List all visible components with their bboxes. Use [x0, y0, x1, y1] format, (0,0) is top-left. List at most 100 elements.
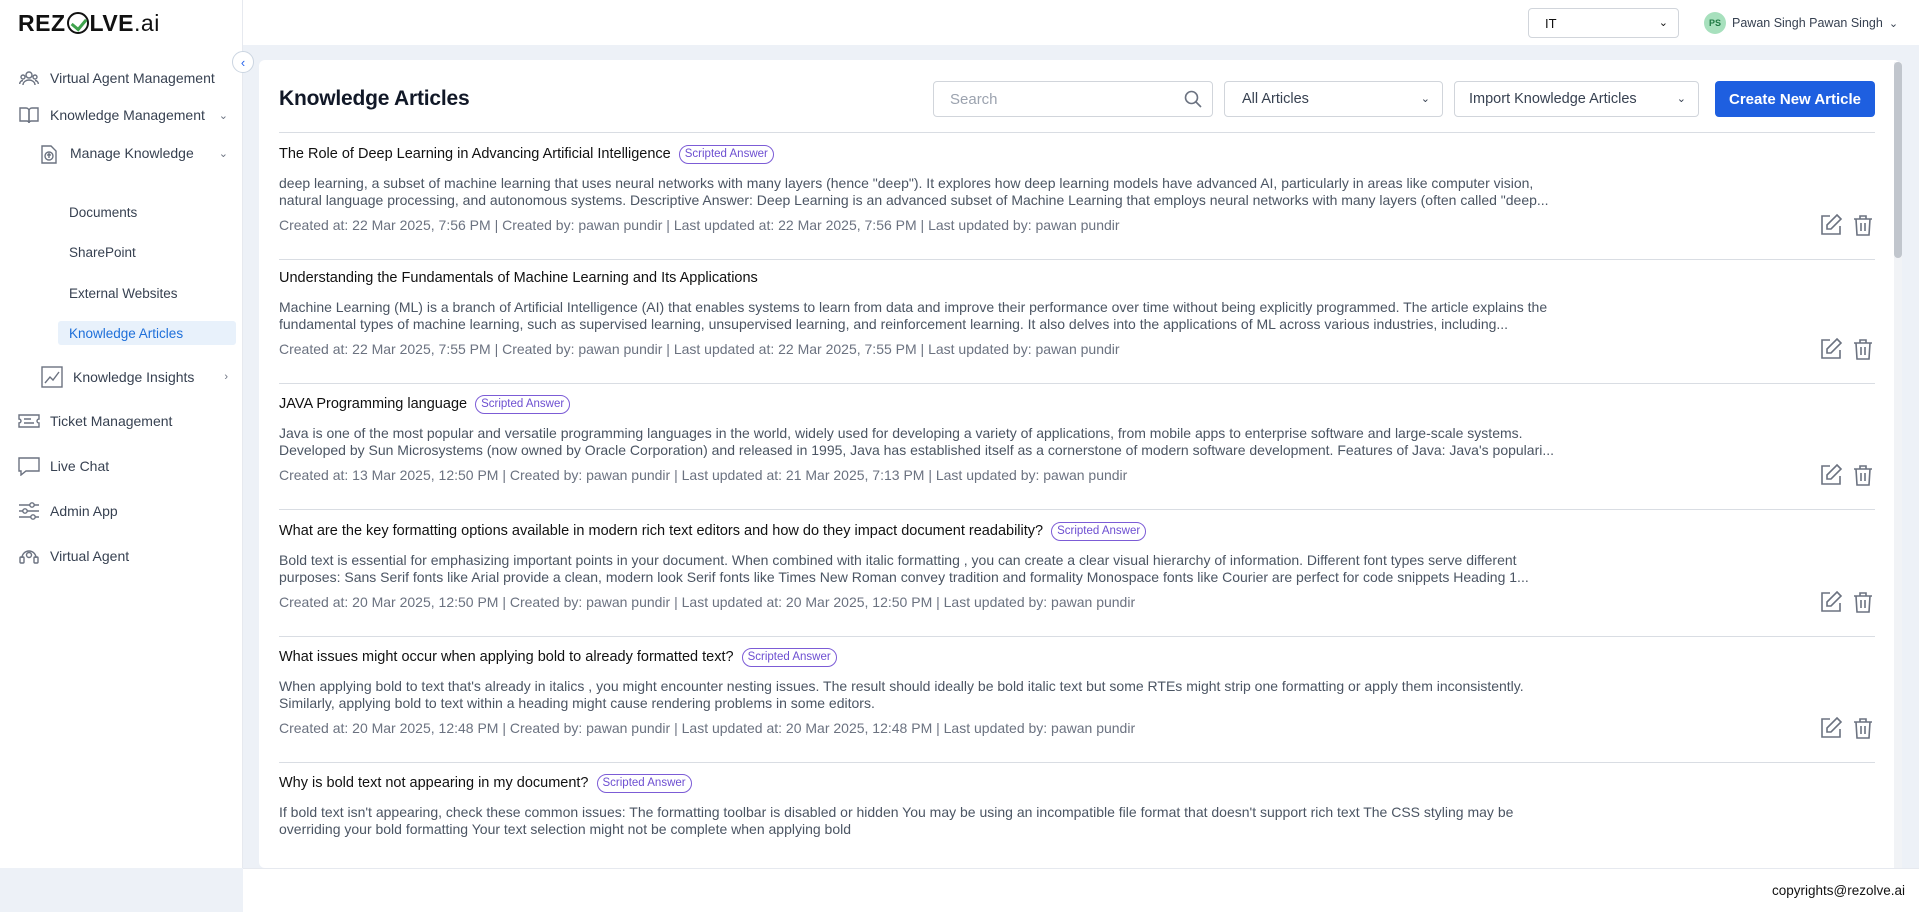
logo-check-icon: [66, 12, 89, 34]
chevron-down-icon: ⌄: [1420, 93, 1430, 105]
article-meta: Created at: 13 Mar 2025, 12:50 PM | Crea…: [279, 467, 1128, 483]
article-title[interactable]: Why is bold text not appearing in my doc…: [279, 775, 589, 791]
sidebar-item-ticket-management[interactable]: Ticket Management: [0, 406, 242, 436]
sidebar-item-knowledge-insights[interactable]: Knowledge Insights ›: [0, 362, 242, 392]
logo-suffix: .ai: [134, 9, 160, 36]
search-input[interactable]: Search: [933, 81, 1213, 117]
filter-value: All Articles: [1242, 91, 1309, 107]
main-panel: Knowledge Articles Search All Articles ⌄…: [259, 60, 1900, 868]
import-label: Import Knowledge Articles: [1469, 91, 1637, 107]
article-description: Bold text is essential for emphasizing i…: [279, 552, 1529, 585]
article-meta: Created at: 22 Mar 2025, 7:55 PM | Creat…: [279, 341, 1120, 357]
edit-icon[interactable]: [1819, 463, 1843, 487]
create-article-button[interactable]: Create New Article: [1715, 81, 1875, 117]
scripted-answer-badge: Scripted Answer: [475, 394, 571, 414]
footer: copyrights@rezolve.ai: [243, 868, 1919, 912]
sidebar-item-label: Virtual Agent: [50, 548, 130, 564]
sidebar-item-label: Admin App: [50, 503, 118, 519]
avatar: PS: [1704, 12, 1726, 34]
edit-icon[interactable]: [1819, 337, 1843, 361]
doc-upload-icon: [38, 142, 60, 164]
sidebar-item-label: Virtual Agent Management: [50, 70, 215, 86]
trash-icon[interactable]: [1851, 337, 1875, 361]
article-meta: Created at: 20 Mar 2025, 12:48 PM | Crea…: [279, 720, 1136, 736]
search-placeholder: Search: [950, 90, 998, 108]
article-title[interactable]: What are the key formatting options avai…: [279, 523, 1043, 539]
article-row[interactable]: The Role of Deep Learning in Advancing A…: [279, 133, 1875, 260]
rezolve-logo[interactable]: REZ LVE .ai: [18, 10, 160, 36]
article-description: Java is one of the most popular and vers…: [279, 425, 1555, 458]
article-title-line: Understanding the Fundamentals of Machin…: [279, 266, 758, 290]
article-row[interactable]: Understanding the Fundamentals of Machin…: [279, 257, 1875, 384]
ticket-icon: [18, 410, 40, 432]
article-row[interactable]: JAVA Programming language Scripted Answe…: [279, 383, 1875, 510]
search-icon[interactable]: [1184, 90, 1202, 112]
article-description: When applying bold to text that's alread…: [279, 678, 1524, 711]
logo-text-rest: LVE: [89, 9, 135, 36]
sidebar-item-live-chat[interactable]: Live Chat: [0, 451, 242, 481]
sidebar-item-label: Knowledge Management: [50, 107, 205, 123]
article-title-line: Why is bold text not appearing in my doc…: [279, 771, 692, 795]
sidebar-item-admin-app[interactable]: Admin App: [0, 496, 242, 526]
import-articles-dropdown[interactable]: Import Knowledge Articles ⌄: [1454, 81, 1699, 117]
sidebar-item-knowledge-management[interactable]: Knowledge Management ⌄: [0, 100, 242, 130]
article-row[interactable]: What are the key formatting options avai…: [279, 510, 1875, 637]
article-filter-select[interactable]: All Articles ⌄: [1224, 81, 1443, 117]
scripted-answer-badge: Scripted Answer: [741, 647, 837, 667]
department-select[interactable]: IT ⌄: [1528, 8, 1679, 38]
scrollbar-thumb[interactable]: [1894, 62, 1902, 258]
article-title[interactable]: Understanding the Fundamentals of Machin…: [279, 270, 758, 286]
article-title[interactable]: What issues might occur when applying bo…: [279, 649, 734, 665]
article-title-line: The Role of Deep Learning in Advancing A…: [279, 142, 774, 166]
sidebar-item-label: External Websites: [69, 285, 178, 301]
article-description: If bold text isn't appearing, check thes…: [279, 804, 1514, 837]
article-row[interactable]: What issues might occur when applying bo…: [279, 636, 1875, 763]
sidebar-item-knowledge-articles[interactable]: Knowledge Articles: [58, 321, 236, 345]
edit-icon[interactable]: [1819, 716, 1843, 740]
copyright-text: copyrights@rezolve.ai: [1771, 883, 1905, 898]
article-title[interactable]: JAVA Programming language: [279, 396, 467, 412]
scripted-answer-badge: Scripted Answer: [678, 144, 774, 164]
sidebar-item-documents[interactable]: Documents: [0, 200, 242, 224]
sidebar-item-label: Knowledge Insights: [73, 369, 195, 385]
sidebar-item-virtual-agent-management[interactable]: Virtual Agent Management: [0, 63, 242, 93]
trash-icon[interactable]: [1851, 463, 1875, 487]
sidebar-item-label: Ticket Management: [50, 413, 173, 429]
scripted-answer-badge: Scripted Answer: [596, 773, 692, 793]
chevron-right-icon: ›: [224, 371, 228, 383]
chevron-down-icon: ⌄: [1658, 17, 1668, 29]
chevron-down-icon: ⌄: [218, 109, 228, 122]
trash-icon[interactable]: [1851, 590, 1875, 614]
article-meta: Created at: 22 Mar 2025, 7:56 PM | Creat…: [279, 217, 1120, 233]
article-title-line: JAVA Programming language Scripted Answe…: [279, 392, 571, 416]
chart-icon: [41, 366, 63, 388]
user-menu[interactable]: PS Pawan Singh Pawan Singh ⌄: [1704, 11, 1898, 35]
sidebar-item-sharepoint[interactable]: SharePoint: [0, 240, 242, 264]
trash-icon[interactable]: [1851, 716, 1875, 740]
chevron-down-icon: ⌄: [1888, 17, 1899, 30]
sidebar-item-label: Manage Knowledge: [70, 145, 194, 161]
article-title-line: What are the key formatting options avai…: [279, 519, 1147, 543]
sidebar-item-external-websites[interactable]: External Websites: [0, 281, 242, 305]
user-name: Pawan Singh Pawan Singh: [1732, 16, 1883, 30]
sidebar-item-label: Live Chat: [50, 458, 110, 474]
article-meta: Created at: 20 Mar 2025, 12:50 PM | Crea…: [279, 594, 1136, 610]
edit-icon[interactable]: [1819, 213, 1843, 237]
scripted-answer-badge: Scripted Answer: [1051, 521, 1147, 541]
article-title-line: What issues might occur when applying bo…: [279, 645, 837, 669]
page-title: Knowledge Articles: [279, 87, 470, 110]
department-value: IT: [1545, 15, 1557, 31]
sidebar-item-manage-knowledge[interactable]: Manage Knowledge ⌄: [0, 138, 242, 168]
users-icon: [18, 67, 40, 89]
scrollbar[interactable]: [1894, 62, 1902, 868]
book-icon: [18, 104, 40, 126]
edit-icon[interactable]: [1819, 590, 1843, 614]
article-row[interactable]: Why is bold text not appearing in my doc…: [279, 762, 1875, 868]
article-description: deep learning, a subset of machine learn…: [279, 175, 1549, 208]
collapse-sidebar-button[interactable]: ‹: [232, 51, 254, 73]
chevron-left-icon: ‹: [240, 54, 246, 70]
trash-icon[interactable]: [1851, 213, 1875, 237]
sidebar-item-virtual-agent[interactable]: Virtual Agent: [0, 541, 242, 571]
article-title[interactable]: The Role of Deep Learning in Advancing A…: [279, 146, 671, 162]
logo-text-main: REZ: [18, 9, 66, 36]
